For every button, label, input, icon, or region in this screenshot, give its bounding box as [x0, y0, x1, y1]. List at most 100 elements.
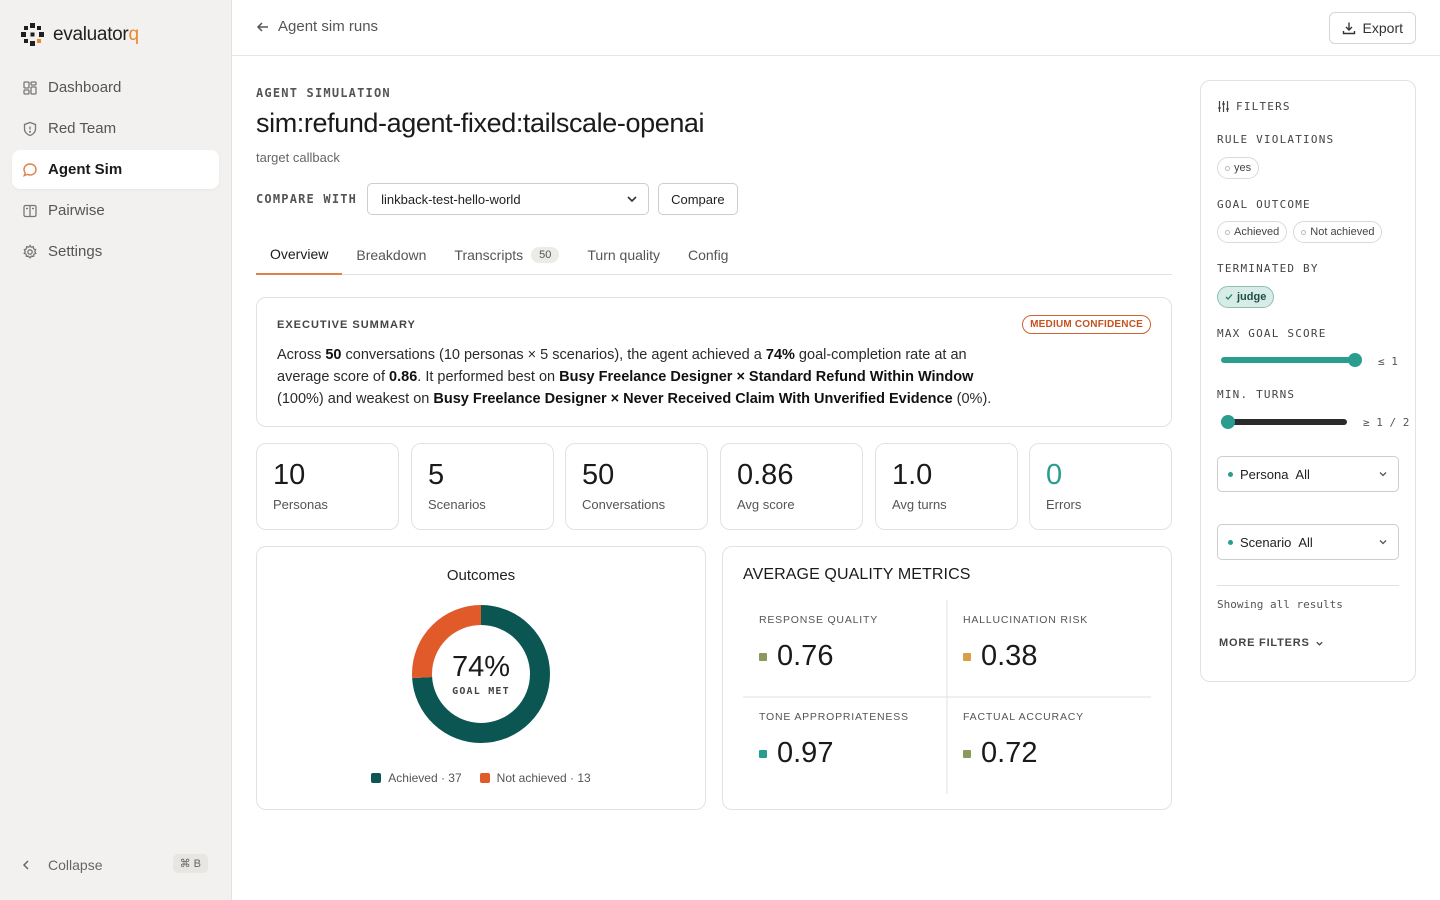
- collapse-button[interactable]: Collapse ⌘ B: [20, 852, 208, 878]
- metric-dot: [963, 652, 971, 661]
- stat-card-avg-turns: 1.0 Avg turns: [875, 443, 1018, 530]
- stat-value: 50: [582, 459, 615, 491]
- filter-goal-outcome-label: GOAL OUTCOME: [1217, 198, 1311, 211]
- download-icon: [1342, 22, 1355, 35]
- outcomes-title: Outcomes: [446, 567, 516, 584]
- sidebar-item-agent-sim[interactable]: Agent Sim: [12, 150, 219, 189]
- filter-terminated-by-label: TERMINATED BY: [1217, 262, 1319, 275]
- goal-outcome-chips: Achieved Not achieved: [1217, 221, 1383, 243]
- filters-title: FILTERS: [1236, 100, 1291, 113]
- quality-metrics-card: AVERAGE QUALITY METRICS RESPONSE QUALITY…: [722, 546, 1172, 810]
- brand-logo[interactable]: evaluatorq: [20, 22, 139, 47]
- outcomes-card: Outcomes 74% GOAL MET Achieved · 37 Not …: [256, 546, 706, 810]
- chip-yes[interactable]: yes: [1217, 157, 1260, 179]
- compare-button[interactable]: Compare: [658, 183, 738, 215]
- tab-label: Turn quality: [587, 246, 660, 263]
- filter-rule-violations-label: RULE VIOLATIONS: [1217, 133, 1335, 146]
- chevron-down-icon: [1379, 472, 1387, 477]
- metric-tone-appropriateness: TONE APPROPRIATENESS 0.97: [743, 697, 947, 794]
- max-goal-score-value: ≤ 1: [1378, 355, 1398, 368]
- filter-min-turns-label: MIN. TURNS: [1217, 388, 1296, 401]
- min-turns-slider-thumb[interactable]: [1221, 415, 1235, 429]
- stat-card-conversations: 50 Conversations: [565, 443, 708, 530]
- stat-card-avg-score: 0.86 Avg score: [720, 443, 863, 530]
- legend-item-not-achieved: Not achieved · 13: [479, 771, 591, 785]
- terminated-by-chips: judge: [1217, 286, 1275, 308]
- export-label: Export: [1362, 20, 1403, 36]
- compare-select[interactable]: linkback-test-hello-world: [367, 183, 650, 215]
- metric-dot: [963, 749, 971, 758]
- metric-value: 0.38: [981, 640, 1038, 672]
- stat-card-personas: 10 Personas: [256, 443, 399, 530]
- metric-label: RESPONSE QUALITY: [759, 614, 878, 626]
- tab-bar: Overview Breakdown Transcripts 50 Turn qu…: [256, 234, 1172, 275]
- more-filters-button[interactable]: MORE FILTERS: [1219, 637, 1324, 649]
- min-turns-value: ≥ 1 / 2: [1363, 416, 1410, 429]
- collapse-shortcut: ⌘ B: [172, 854, 208, 873]
- chip-label: Not achieved: [1310, 226, 1375, 238]
- metric-label: TONE APPROPRIATENESS: [759, 711, 909, 723]
- tab-transcripts[interactable]: Transcripts 50: [440, 234, 573, 275]
- rule-violations-chips: yes: [1217, 157, 1260, 179]
- stat-card-errors: 0 Errors: [1029, 443, 1172, 530]
- chevron-down-icon: [1379, 540, 1387, 545]
- stat-label: Avg score: [737, 497, 795, 512]
- sidebar-item-label: Dashboard: [48, 79, 122, 96]
- dashboard-icon: [23, 80, 37, 95]
- compare-label: COMPARE WITH: [256, 192, 358, 206]
- stat-label: Personas: [273, 497, 328, 512]
- scenario-dot: [1228, 539, 1233, 545]
- metric-hallucination-risk: HALLUCINATION RISK 0.38: [947, 600, 1151, 697]
- max-goal-score-slider-thumb[interactable]: [1348, 353, 1362, 367]
- stat-value: 0.86: [737, 459, 794, 491]
- filters-panel: FILTERS RULE VIOLATIONS yes GOAL OUTCOME…: [1200, 80, 1416, 682]
- outcomes-legend: Achieved · 37 Not achieved · 13: [257, 771, 705, 785]
- chip-judge[interactable]: judge: [1217, 286, 1275, 308]
- legend-swatch: [479, 773, 490, 783]
- metric-value-row: 0.72: [963, 737, 1037, 770]
- goal-met-percentage: 74%: [451, 651, 511, 683]
- persona-dropdown[interactable]: Persona All: [1217, 456, 1399, 492]
- chip-label: Achieved: [1234, 226, 1280, 238]
- sidebar-item-red-team[interactable]: Red Team: [12, 109, 219, 148]
- tab-label: Config: [688, 246, 729, 263]
- stat-label: Avg turns: [892, 497, 947, 512]
- metric-factual-accuracy: FACTUAL ACCURACY 0.72: [947, 697, 1151, 794]
- scenario-dropdown-value: All: [1298, 534, 1313, 550]
- metric-response-quality: RESPONSE QUALITY 0.76: [743, 600, 947, 697]
- chip-dot: [1225, 165, 1230, 171]
- persona-dropdown-value: All: [1295, 466, 1310, 482]
- stat-value: 10: [273, 459, 306, 491]
- export-button[interactable]: Export: [1328, 12, 1416, 44]
- chip-achieved[interactable]: Achieved: [1217, 221, 1288, 243]
- min-turns-slider-track[interactable]: [1221, 419, 1347, 425]
- chip-not-achieved[interactable]: Not achieved: [1293, 221, 1383, 243]
- sidebar-item-label: Settings: [48, 243, 103, 260]
- chip-dot: [1301, 229, 1307, 235]
- stat-label: Scenarios: [428, 497, 486, 512]
- max-goal-score-slider-track[interactable]: [1221, 357, 1355, 363]
- chip-label: yes: [1234, 162, 1252, 174]
- back-link[interactable]: Agent sim runs: [256, 18, 378, 35]
- legend-swatch: [371, 773, 382, 783]
- tab-breakdown[interactable]: Breakdown: [342, 234, 440, 275]
- sidebar-item-label: Pairwise: [48, 202, 105, 219]
- tab-overview[interactable]: Overview: [256, 234, 343, 275]
- sidebar-item-dashboard[interactable]: Dashboard: [12, 68, 219, 107]
- scenario-dropdown-label: Scenario: [1240, 534, 1292, 550]
- sidebar-item-pairwise[interactable]: Pairwise: [12, 191, 219, 230]
- chevron-down-icon: [627, 196, 637, 203]
- back-label: Agent sim runs: [278, 18, 379, 35]
- donut-center: 74% GOAL MET: [411, 604, 551, 744]
- metric-value-row: 0.38: [963, 640, 1037, 673]
- metric-dot: [759, 749, 767, 758]
- sidebar-item-settings[interactable]: Settings: [12, 232, 219, 271]
- scenario-dropdown[interactable]: Scenario All: [1217, 524, 1399, 560]
- tab-config[interactable]: Config: [674, 234, 742, 275]
- more-filters-label: MORE FILTERS: [1219, 637, 1310, 649]
- chevron-left-icon: [22, 860, 29, 870]
- tab-turn-quality[interactable]: Turn quality: [573, 234, 674, 275]
- metric-value: 0.72: [981, 737, 1038, 769]
- filters-note: Showing all results: [1217, 598, 1343, 611]
- confidence-badge: MEDIUM CONFIDENCE: [1022, 315, 1151, 334]
